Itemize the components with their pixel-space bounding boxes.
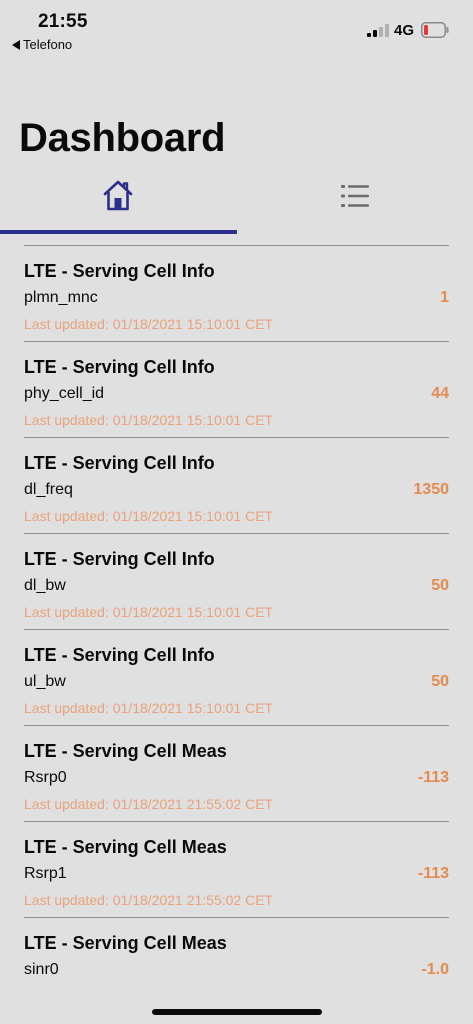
item-value: 44 bbox=[431, 385, 449, 402]
item-title: LTE - Serving Cell Info bbox=[24, 357, 215, 377]
item-updated: Last updated: 01/18/2021 15:10:01 CET bbox=[24, 604, 274, 620]
page-title: Dashboard bbox=[19, 116, 226, 160]
tab-bar bbox=[0, 160, 473, 236]
item-updated: Last updated: 01/18/2021 21:55:02 CET bbox=[24, 796, 274, 812]
list-item[interactable]: LTE - Serving Cell Info plmn_mnc 1 Last … bbox=[24, 245, 449, 341]
tab-selected-indicator bbox=[0, 230, 237, 234]
item-key: sinr0 bbox=[24, 961, 59, 978]
item-key: ul_bw bbox=[24, 673, 66, 690]
list-item[interactable]: LTE - Serving Cell Meas Rsrp1 -113 Last … bbox=[24, 821, 449, 917]
item-title: LTE - Serving Cell Info bbox=[24, 453, 215, 473]
list-item[interactable]: LTE - Serving Cell Info phy_cell_id 44 L… bbox=[24, 341, 449, 437]
list-item[interactable]: LTE - Serving Cell Info ul_bw 50 Last up… bbox=[24, 629, 449, 725]
item-updated: Last updated: 01/18/2021 15:10:01 CET bbox=[24, 700, 274, 716]
list-icon bbox=[341, 185, 369, 207]
item-updated: Last updated: 01/18/2021 15:10:01 CET bbox=[24, 508, 274, 524]
item-value: 50 bbox=[431, 673, 449, 690]
cellular-signal-icon bbox=[367, 24, 389, 37]
item-title: LTE - Serving Cell Info bbox=[24, 645, 215, 665]
item-value: 1 bbox=[440, 289, 449, 306]
list-item[interactable]: LTE - Serving Cell Info dl_bw 50 Last up… bbox=[24, 533, 449, 629]
tab-home[interactable] bbox=[0, 160, 236, 232]
home-icon bbox=[103, 180, 133, 211]
back-app-label: Telefono bbox=[23, 37, 73, 52]
item-value: -113 bbox=[417, 769, 449, 786]
item-value: -1.0 bbox=[421, 961, 449, 978]
back-to-app-link[interactable]: Telefono bbox=[12, 37, 72, 52]
item-title: LTE - Serving Cell Info bbox=[24, 549, 215, 569]
item-title: LTE - Serving Cell Meas bbox=[24, 837, 227, 857]
item-title: LTE - Serving Cell Meas bbox=[24, 933, 227, 953]
list-item[interactable]: LTE - Serving Cell Meas Rsrp0 -113 Last … bbox=[24, 725, 449, 821]
tab-list[interactable] bbox=[237, 160, 473, 232]
list-item[interactable]: LTE - Serving Cell Meas sinr0 -1.0 bbox=[24, 917, 449, 1013]
item-key: dl_freq bbox=[24, 481, 73, 498]
item-key: phy_cell_id bbox=[24, 385, 105, 402]
home-indicator[interactable] bbox=[152, 1009, 322, 1015]
item-value: 1350 bbox=[413, 481, 449, 498]
status-bar: 21:55 Telefono 4G bbox=[0, 0, 473, 60]
metric-list: LTE - Serving Cell Info plmn_mnc 1 Last … bbox=[24, 245, 449, 1013]
item-value: -113 bbox=[417, 865, 449, 882]
item-key: Rsrp0 bbox=[24, 769, 67, 786]
item-key: Rsrp1 bbox=[24, 865, 67, 882]
status-time: 21:55 bbox=[38, 11, 88, 32]
network-type: 4G bbox=[394, 22, 415, 39]
item-value: 50 bbox=[431, 577, 449, 594]
item-updated: Last updated: 01/18/2021 15:10:01 CET bbox=[24, 316, 274, 332]
list-item[interactable]: LTE - Serving Cell Info dl_freq 1350 Las… bbox=[24, 437, 449, 533]
back-arrow-icon bbox=[12, 39, 20, 50]
item-key: plmn_mnc bbox=[24, 289, 98, 306]
battery-low-icon bbox=[421, 22, 449, 38]
item-key: dl_bw bbox=[24, 577, 66, 594]
item-updated: Last updated: 01/18/2021 21:55:02 CET bbox=[24, 892, 274, 908]
item-updated: Last updated: 01/18/2021 15:10:01 CET bbox=[24, 412, 274, 428]
item-title: LTE - Serving Cell Info bbox=[24, 261, 215, 281]
item-title: LTE - Serving Cell Meas bbox=[24, 741, 227, 761]
